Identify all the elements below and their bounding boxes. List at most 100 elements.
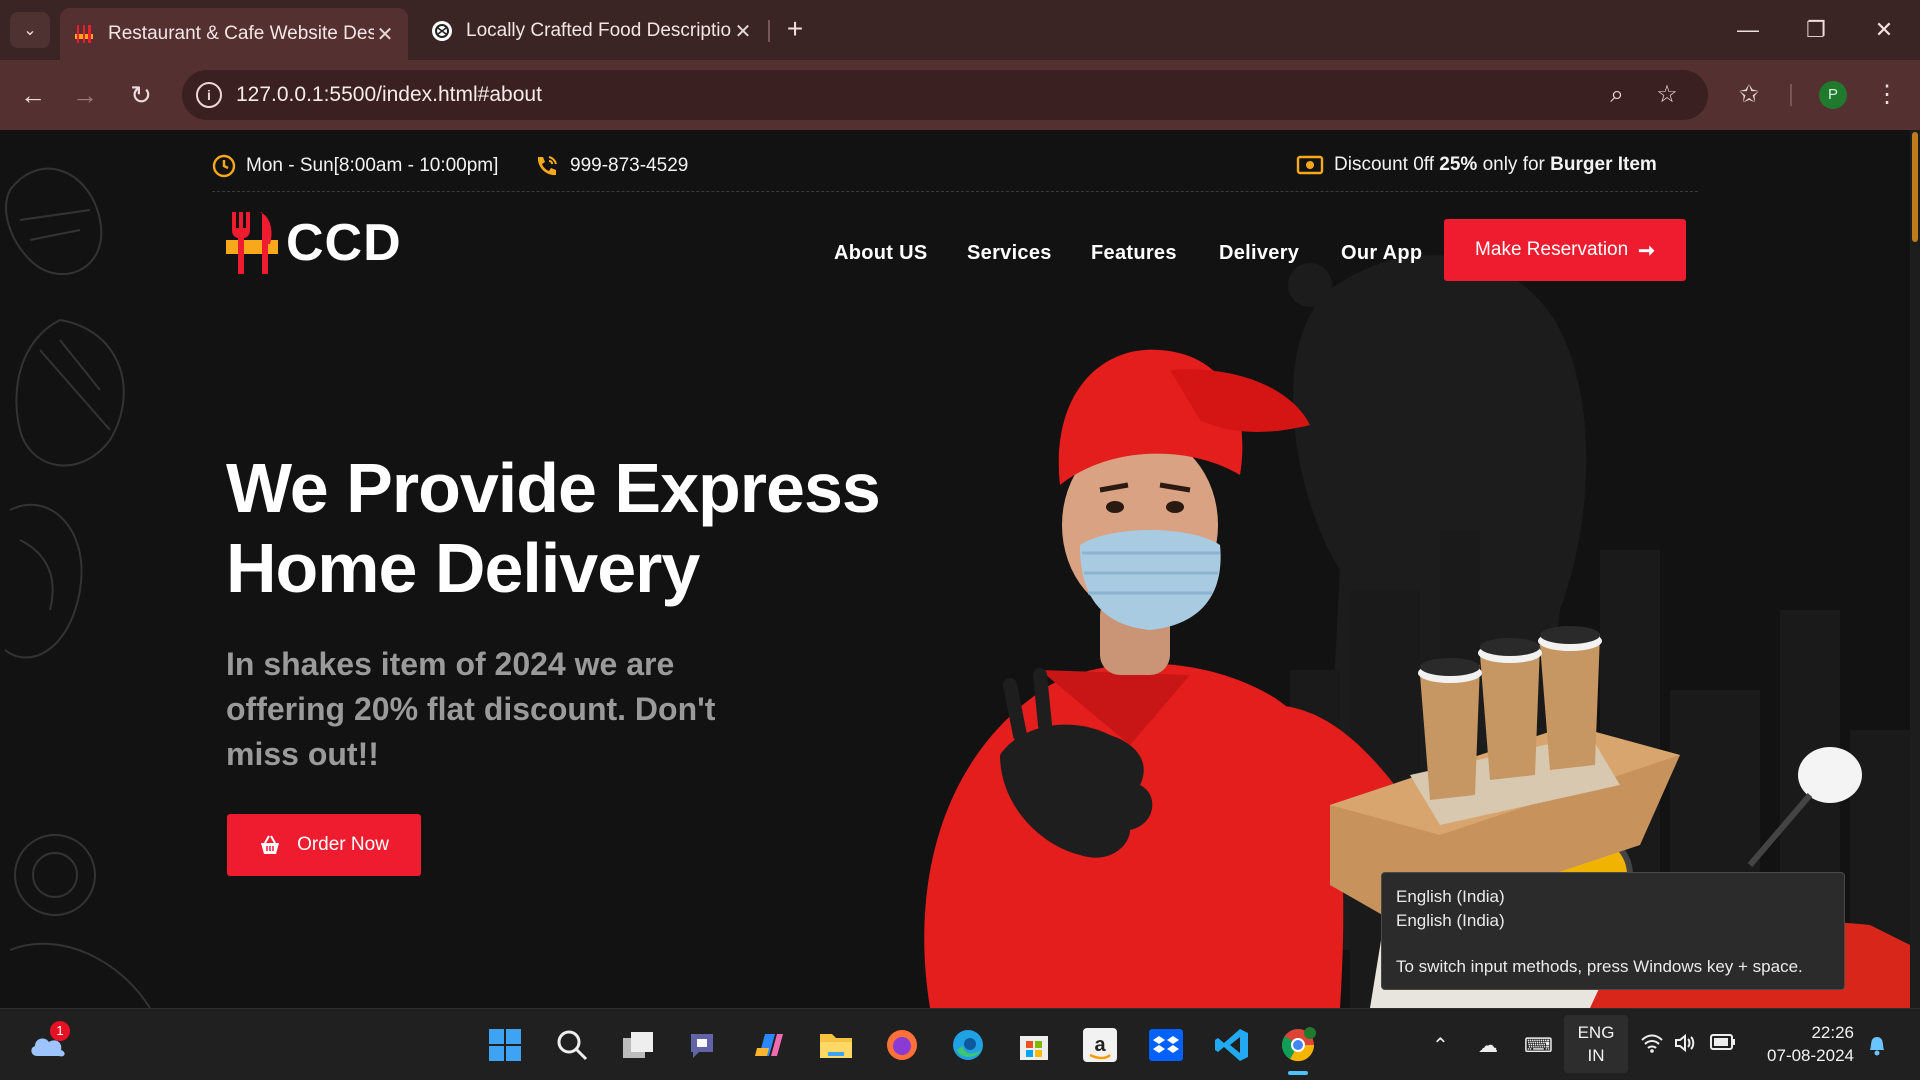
close-window-button[interactable]: ✕ bbox=[1864, 12, 1904, 48]
fork-knife-logo-icon bbox=[226, 212, 278, 274]
bookmark-star-icon[interactable]: ☆ bbox=[1652, 80, 1682, 110]
arrow-right-icon: ➞ bbox=[1638, 239, 1655, 262]
tab-title: Locally Crafted Food Descriptio bbox=[466, 20, 732, 41]
microsoft-store-app[interactable] bbox=[1012, 1023, 1056, 1067]
site-info-icon[interactable]: i bbox=[196, 82, 222, 108]
clock-time: 22:26 bbox=[1811, 1023, 1854, 1042]
minimize-button[interactable]: — bbox=[1728, 12, 1768, 48]
url-text[interactable]: 127.0.0.1:5500/index.html#about bbox=[236, 83, 542, 107]
amazon-app[interactable]: a bbox=[1078, 1023, 1122, 1067]
language-indicator[interactable]: ENG IN bbox=[1564, 1015, 1628, 1073]
clock-date: 07-08-2024 bbox=[1767, 1046, 1854, 1065]
browser-tab-bar: ⌄ Restaurant & Cafe Website Des ✕ Locall… bbox=[0, 0, 1920, 60]
search-button[interactable] bbox=[550, 1023, 594, 1067]
make-reservation-button[interactable]: Make Reservation ➞ bbox=[1444, 219, 1686, 281]
tooltip-hint: To switch input methods, press Windows k… bbox=[1396, 957, 1803, 976]
hero-title-line1: We Provide Express bbox=[226, 449, 881, 527]
lang-line1: ENG bbox=[1577, 1023, 1615, 1042]
wifi-icon[interactable] bbox=[1640, 1033, 1664, 1059]
teams-chat-app[interactable] bbox=[682, 1023, 726, 1067]
file-explorer-app[interactable] bbox=[814, 1023, 858, 1067]
tab-search-button[interactable]: ⌄ bbox=[10, 12, 50, 48]
firefox-app[interactable] bbox=[880, 1023, 924, 1067]
reserve-label: Make Reservation bbox=[1475, 239, 1629, 260]
store-icon bbox=[1020, 1036, 1048, 1060]
menu-kebab-icon[interactable]: ⋮ bbox=[1868, 76, 1906, 114]
start-button[interactable] bbox=[483, 1023, 527, 1067]
scrollbar-thumb[interactable] bbox=[1912, 132, 1918, 242]
amazon-icon: a bbox=[1083, 1028, 1117, 1062]
vscode-icon bbox=[1215, 1029, 1248, 1061]
fork-knife-favicon-icon bbox=[72, 22, 96, 46]
edge-app[interactable] bbox=[946, 1023, 990, 1067]
nav-services[interactable]: Services bbox=[967, 242, 1052, 265]
page-scrollbar[interactable] bbox=[1910, 130, 1920, 1008]
vscode-app[interactable] bbox=[1210, 1023, 1254, 1067]
chrome-icon bbox=[1281, 1027, 1316, 1062]
bookmarks-icon[interactable]: ✩ bbox=[1730, 76, 1768, 114]
forward-arrow-icon[interactable]: → bbox=[66, 76, 104, 114]
notification-bell-icon[interactable] bbox=[1866, 1033, 1888, 1063]
basket-icon bbox=[261, 835, 280, 854]
nav-our-app[interactable]: Our App bbox=[1341, 242, 1422, 265]
phone-number[interactable]: 999-873-4529 bbox=[534, 154, 688, 178]
tab-food-description[interactable]: Locally Crafted Food Descriptio ✕ bbox=[418, 10, 766, 52]
task-view-button[interactable] bbox=[616, 1023, 660, 1067]
hero-title: We Provide Express Home Delivery bbox=[226, 448, 926, 608]
dropbox-icon bbox=[1149, 1029, 1183, 1061]
money-icon bbox=[1296, 155, 1324, 175]
system-clock[interactable]: 22:26 07-08-2024 bbox=[1754, 1021, 1854, 1067]
tab-title: Restaurant & Cafe Website Des bbox=[108, 23, 374, 44]
battery-icon[interactable] bbox=[1710, 1033, 1736, 1057]
reload-icon[interactable]: ↻ bbox=[122, 76, 160, 114]
firefox-icon bbox=[887, 1030, 917, 1060]
folder-icon bbox=[820, 1034, 852, 1058]
chevron-down-icon: ⌄ bbox=[23, 22, 37, 39]
windows-taskbar: 1 a ⌃ ☁ ⌨ ENG IN 22:26 07-08-2024 bbox=[0, 1008, 1920, 1080]
back-arrow-icon[interactable]: ← bbox=[14, 76, 52, 114]
browser-toolbar: ← → ↻ i 127.0.0.1:5500/index.html#about … bbox=[0, 60, 1920, 130]
lang-line2: IN bbox=[1587, 1046, 1605, 1065]
hours-text: Mon - Sun[8:00am - 10:00pm] bbox=[246, 155, 499, 176]
zoom-icon[interactable]: ⌕ bbox=[1602, 80, 1632, 110]
chat-camera-icon bbox=[691, 1034, 713, 1058]
tooltip-line1: English (India) bbox=[1396, 887, 1505, 906]
chatgpt-favicon-icon bbox=[430, 19, 454, 43]
nav-delivery[interactable]: Delivery bbox=[1219, 242, 1299, 265]
discount-text: Discount 0ff 25% only for Burger Item bbox=[1334, 154, 1657, 175]
order-now-label: Order Now bbox=[297, 834, 389, 855]
restore-button[interactable]: ❐ bbox=[1796, 12, 1836, 48]
nav-features[interactable]: Features bbox=[1091, 242, 1177, 265]
onedrive-cloud-icon[interactable]: ☁ bbox=[1478, 1033, 1498, 1058]
volume-icon[interactable] bbox=[1674, 1033, 1698, 1059]
clock-icon bbox=[212, 154, 236, 178]
touch-keyboard-icon[interactable]: ⌨ bbox=[1524, 1033, 1553, 1058]
dropbox-app[interactable] bbox=[1144, 1023, 1188, 1067]
nav-about-us[interactable]: About US bbox=[834, 242, 928, 265]
weather-badge: 1 bbox=[50, 1021, 70, 1041]
phone-icon bbox=[537, 156, 557, 176]
task-view-icon bbox=[623, 1032, 653, 1058]
close-tab-icon[interactable]: ✕ bbox=[732, 19, 754, 44]
chrome-app[interactable] bbox=[1276, 1023, 1320, 1075]
input-method-tooltip: English (India) English (India) To switc… bbox=[1381, 872, 1845, 990]
profile-avatar[interactable]: P bbox=[1819, 81, 1847, 109]
close-tab-icon[interactable]: ✕ bbox=[374, 22, 396, 47]
logo-text: CCD bbox=[286, 214, 402, 272]
tooltip-line2: English (India) bbox=[1396, 911, 1505, 930]
windows-logo-icon bbox=[489, 1029, 521, 1061]
copilot-app[interactable] bbox=[748, 1023, 792, 1067]
address-bar[interactable]: i 127.0.0.1:5500/index.html#about ⌕ ☆ bbox=[182, 70, 1708, 120]
copilot-icon bbox=[755, 1034, 783, 1056]
search-icon bbox=[557, 1030, 588, 1061]
show-hidden-icons-chevron-icon[interactable]: ⌃ bbox=[1432, 1033, 1449, 1058]
order-now-button[interactable]: Order Now bbox=[227, 814, 421, 876]
top-info-bar: Mon - Sun[8:00am - 10:00pm] 999-873-4529… bbox=[212, 148, 1698, 192]
tab-separator bbox=[768, 20, 770, 42]
site-logo[interactable]: CCD bbox=[226, 210, 402, 276]
discount-notice: Discount 0ff 25% only for Burger Item bbox=[1296, 154, 1657, 176]
new-tab-button[interactable]: + bbox=[780, 14, 810, 46]
edge-icon bbox=[953, 1030, 983, 1060]
phone-text: 999-873-4529 bbox=[570, 155, 689, 176]
tab-restaurant[interactable]: Restaurant & Cafe Website Des ✕ bbox=[60, 8, 408, 60]
